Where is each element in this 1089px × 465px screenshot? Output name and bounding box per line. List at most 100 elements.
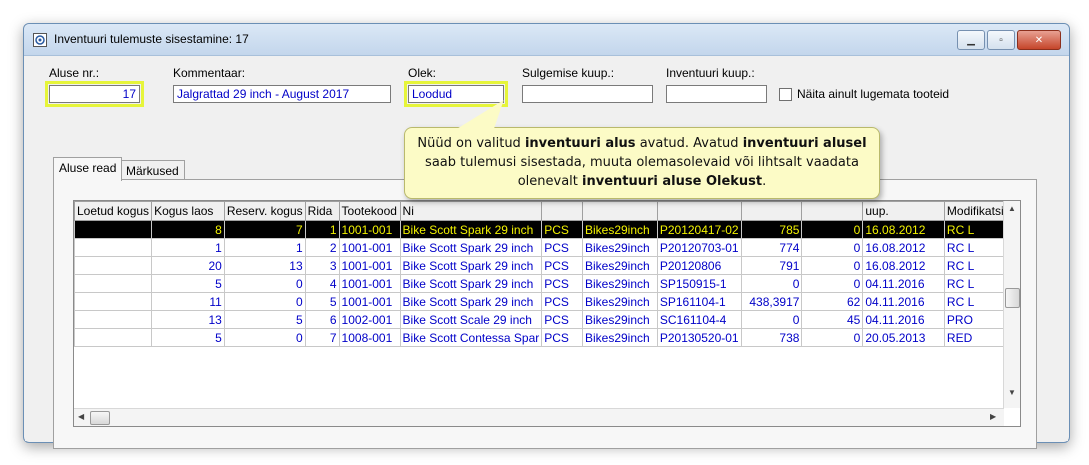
table-cell[interactable] bbox=[74, 328, 153, 347]
column-header[interactable]: uup. bbox=[862, 201, 945, 221]
table-cell[interactable]: 16.08.2012 bbox=[862, 256, 945, 275]
tab-markused[interactable]: Märkused bbox=[120, 160, 185, 181]
scroll-up-icon[interactable]: ▲ bbox=[1008, 204, 1016, 213]
column-header[interactable] bbox=[581, 201, 658, 221]
table-cell[interactable]: PCS bbox=[541, 292, 583, 311]
kommentaar-field[interactable]: Jalgrattad 29 inch - August 2017 bbox=[173, 85, 391, 103]
table-cell[interactable]: P20130520-01 bbox=[656, 328, 742, 347]
table-cell[interactable]: 04.11.2016 bbox=[862, 292, 945, 311]
table-cell[interactable]: 0 bbox=[223, 274, 306, 293]
table-row[interactable]: 11 0 5 1001-001 Bike Scott Spark 29 inch PCS B… bbox=[74, 292, 1020, 311]
table-row[interactable]: 20 13 3 1001-001 Bike Scott Spark 29 inch PCS… bbox=[74, 256, 1020, 275]
table-cell[interactable]: 04.11.2016 bbox=[862, 274, 945, 293]
table-cell[interactable]: Bike Scott Scale 29 inch bbox=[399, 310, 543, 329]
table-cell[interactable]: 16.08.2012 bbox=[862, 238, 945, 257]
table-cell[interactable]: 0 bbox=[801, 256, 864, 275]
table-cell[interactable]: Bike Scott Spark 29 inch bbox=[399, 238, 543, 257]
table-cell[interactable]: Bike Scott Spark 29 inch bbox=[399, 292, 543, 311]
table-cell[interactable]: 16.08.2012 bbox=[862, 220, 945, 239]
table-cell[interactable]: 0 bbox=[223, 328, 306, 347]
aluse-field[interactable]: 17 bbox=[45, 81, 144, 107]
table-cell[interactable] bbox=[74, 292, 153, 311]
table-cell[interactable] bbox=[74, 256, 153, 275]
table-cell[interactable]: 738 bbox=[740, 328, 803, 347]
table-row[interactable]: 5 0 4 1001-001 Bike Scott Spark 29 inch PCS Bi… bbox=[74, 274, 1020, 293]
table-cell[interactable]: P20120703-01 bbox=[656, 238, 742, 257]
table-cell[interactable] bbox=[74, 310, 153, 329]
table-cell[interactable]: 0 bbox=[801, 328, 864, 347]
table-cell[interactable]: 0 bbox=[801, 220, 864, 239]
scroll-down-icon[interactable]: ▼ bbox=[1008, 388, 1016, 397]
table-row[interactable]: 8 7 1 1001-001 Bike Scott Spark 29 inch PCS Bi… bbox=[74, 220, 1020, 239]
table-cell[interactable]: 5 bbox=[151, 274, 225, 293]
table-cell[interactable]: SC161104-4 bbox=[656, 310, 742, 329]
table-cell[interactable]: 1 bbox=[304, 220, 340, 239]
table-cell[interactable]: 785 bbox=[740, 220, 803, 239]
table-cell[interactable]: 1001-001 bbox=[338, 256, 401, 275]
table-cell[interactable]: Bikes29inch bbox=[581, 274, 658, 293]
table-cell[interactable]: 774 bbox=[740, 238, 803, 257]
table-cell[interactable]: 0 bbox=[740, 310, 803, 329]
table-cell[interactable]: 1 bbox=[223, 238, 306, 257]
table-cell[interactable]: 1002-001 bbox=[338, 310, 401, 329]
close-button[interactable]: ✕ bbox=[1017, 30, 1061, 50]
table-cell[interactable] bbox=[74, 220, 153, 239]
unread-only-checkbox[interactable] bbox=[779, 88, 792, 101]
table-cell[interactable]: PCS bbox=[541, 256, 583, 275]
title-bar[interactable]: Inventuuri tulemuste sisestamine: 17 ▁ ▫… bbox=[24, 24, 1069, 56]
column-header[interactable]: Ni bbox=[399, 201, 543, 221]
table-cell[interactable]: 45 bbox=[801, 310, 864, 329]
table-cell[interactable]: PCS bbox=[541, 220, 583, 239]
table-cell[interactable]: Bikes29inch bbox=[581, 310, 658, 329]
table-cell[interactable]: 5 bbox=[223, 310, 306, 329]
table-cell[interactable]: P20120417-02 bbox=[656, 220, 742, 239]
table-cell[interactable]: 20.05.2013 bbox=[862, 328, 945, 347]
inventuuri-kuup-field[interactable] bbox=[666, 85, 767, 103]
table-cell[interactable]: 1001-001 bbox=[338, 238, 401, 257]
minimize-button[interactable]: ▁ bbox=[957, 30, 985, 50]
table-cell[interactable]: 0 bbox=[223, 292, 306, 311]
table-cell[interactable]: Bikes29inch bbox=[581, 220, 658, 239]
table-cell[interactable]: Bikes29inch bbox=[581, 238, 658, 257]
table-cell[interactable]: 1001-001 bbox=[338, 292, 401, 311]
column-header[interactable]: Tootekood bbox=[338, 201, 401, 221]
table-cell[interactable]: 3 bbox=[304, 256, 340, 275]
scroll-right-icon[interactable]: ▶ bbox=[990, 412, 996, 421]
table-cell[interactable]: P20120806 bbox=[656, 256, 742, 275]
horizontal-scrollbar[interactable]: ◀ ▶ bbox=[74, 408, 1004, 426]
column-header[interactable] bbox=[656, 201, 742, 221]
table-row[interactable]: 1 1 2 1001-001 Bike Scott Spark 29 inch PCS Bi… bbox=[74, 238, 1020, 257]
table-cell[interactable]: 1001-001 bbox=[338, 220, 401, 239]
table-cell[interactable]: Bike Scott Contessa Spar bbox=[399, 328, 543, 347]
table-cell[interactable]: 438,3917 bbox=[740, 292, 803, 311]
table-cell[interactable]: Bike Scott Spark 29 inch bbox=[399, 256, 543, 275]
table-cell[interactable]: PCS bbox=[541, 274, 583, 293]
sulgemise-field[interactable] bbox=[522, 85, 653, 103]
table-cell[interactable]: 0 bbox=[740, 274, 803, 293]
table-cell[interactable]: 11 bbox=[151, 292, 225, 311]
table-cell[interactable]: SP161104-1 bbox=[656, 292, 742, 311]
table-cell[interactable]: 62 bbox=[801, 292, 864, 311]
column-header[interactable] bbox=[740, 201, 803, 221]
table-cell[interactable]: 6 bbox=[304, 310, 340, 329]
table-cell[interactable] bbox=[74, 238, 153, 257]
tab-aluse-read[interactable]: Aluse read bbox=[53, 157, 123, 181]
table-cell[interactable]: 7 bbox=[223, 220, 306, 239]
column-header[interactable]: Kogus laos bbox=[151, 201, 225, 221]
table-cell[interactable]: Bike Scott Spark 29 inch bbox=[399, 220, 543, 239]
column-header[interactable]: Reserv. kogus bbox=[223, 201, 306, 221]
table-cell[interactable]: 0 bbox=[801, 238, 864, 257]
column-header[interactable]: Loetud kogus bbox=[74, 201, 153, 221]
table-row[interactable]: 5 0 7 1008-001 Bike Scott Contessa Spar PCS Bi… bbox=[74, 328, 1020, 347]
table-cell[interactable]: Bikes29inch bbox=[581, 328, 658, 347]
table-cell[interactable]: 1 bbox=[151, 238, 225, 257]
table-cell[interactable]: PCS bbox=[541, 328, 583, 347]
table-cell[interactable]: 1001-001 bbox=[338, 274, 401, 293]
column-header[interactable]: Rida bbox=[304, 201, 340, 221]
vertical-scroll-thumb[interactable] bbox=[1005, 288, 1020, 308]
table-cell[interactable]: 2 bbox=[304, 238, 340, 257]
table-cell[interactable]: 13 bbox=[151, 310, 225, 329]
scroll-left-icon[interactable]: ◀ bbox=[78, 412, 84, 421]
data-grid[interactable]: Loetud kogus Kogus laos Reserv. kogus Rida T… bbox=[73, 200, 1021, 427]
maximize-button[interactable]: ▫ bbox=[987, 30, 1015, 50]
